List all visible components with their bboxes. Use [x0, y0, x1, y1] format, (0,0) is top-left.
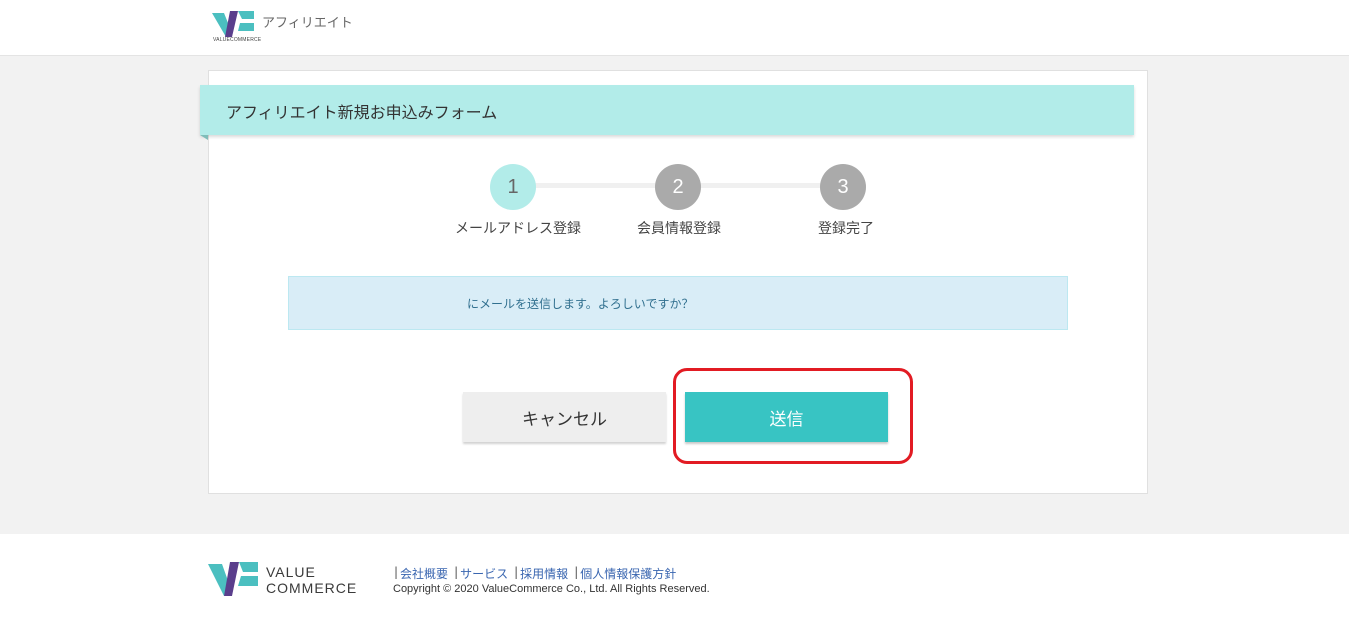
site-footer: VALUE COMMERCE | 会社概要 | サービス | 採用情報 | 個人… [0, 534, 1349, 627]
site-header: VALUECOMMERCE アフィリエイト [0, 0, 1349, 56]
footer-link-privacy[interactable]: 個人情報保護方針 [580, 565, 676, 582]
step-1-circle: 1 [490, 164, 536, 210]
footer-link-separator: | [454, 565, 459, 579]
step-1-label: メールアドレス登録 [455, 221, 581, 237]
footer-link-separator: | [394, 565, 399, 579]
send-button[interactable]: 送信 [685, 392, 888, 442]
footer-link-recruit[interactable]: 採用情報 [520, 565, 568, 582]
copyright-text: Copyright © 2020 ValueCommerce Co., Ltd.… [393, 583, 710, 595]
step-3-circle: 3 [820, 164, 866, 210]
footer-brand-line2: COMMERCE [266, 580, 358, 596]
step-2-label: 会員情報登録 [637, 221, 721, 237]
footer-brand-line1: VALUE [266, 564, 316, 580]
valuecommerce-footer-logo-icon[interactable] [208, 562, 260, 598]
confirmation-message: にメールを送信します。よろしいですか？ [467, 297, 694, 311]
footer-link-separator: | [514, 565, 519, 579]
title-bar-fold [200, 135, 208, 140]
form-title: アフィリエイト新規お申込みフォーム [226, 103, 498, 122]
footer-link-separator: | [574, 565, 579, 579]
step-connector-1 [535, 183, 657, 188]
footer-link-company[interactable]: 会社概要 [400, 565, 448, 582]
confirmation-alert: にメールを送信します。よろしいですか？ [288, 276, 1068, 330]
header-brand-sub: VALUECOMMERCE [213, 37, 262, 43]
step-3-label: 登録完了 [818, 221, 874, 237]
step-2-circle: 2 [655, 164, 701, 210]
cancel-button[interactable]: キャンセル [463, 392, 666, 442]
footer-link-service[interactable]: サービス [460, 565, 508, 582]
footer-brand: VALUE COMMERCE [266, 564, 357, 596]
footer-links: | 会社概要 | サービス | 採用情報 | 個人情報保護方針 [394, 565, 676, 582]
step-connector-2 [700, 183, 822, 188]
header-title: アフィリエイト [262, 16, 353, 31]
